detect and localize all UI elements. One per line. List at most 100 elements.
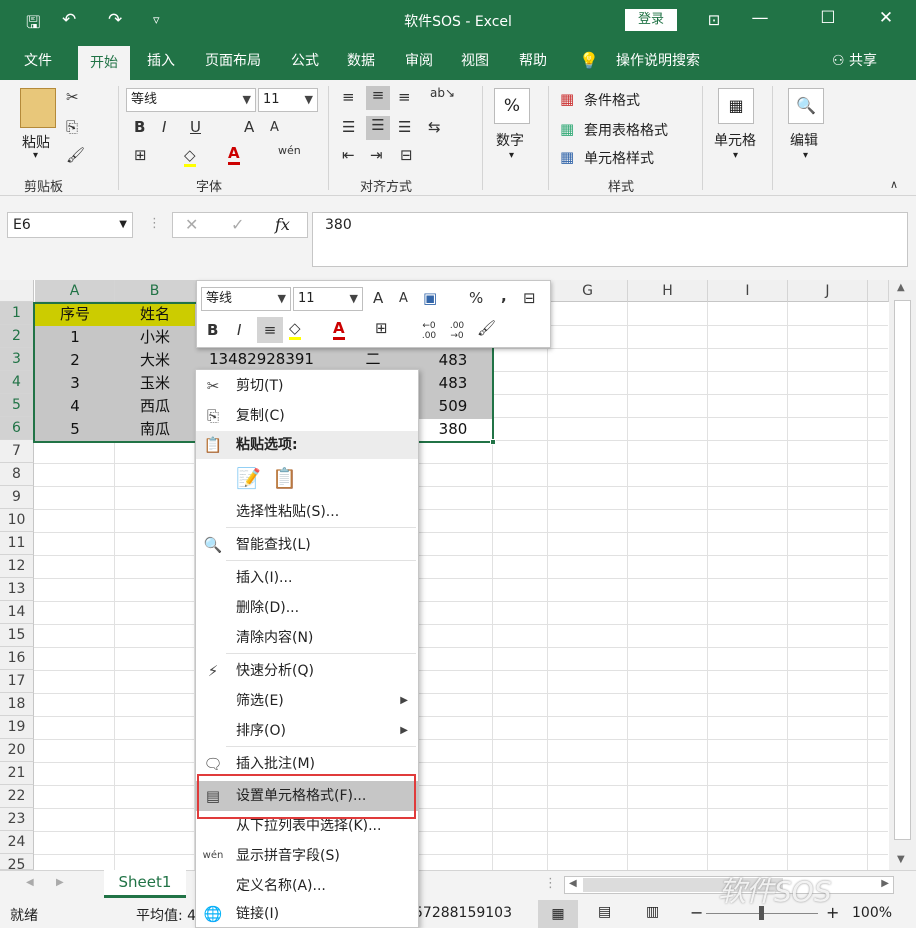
redo-icon[interactable]: ↷: [108, 10, 122, 30]
align-center-icon[interactable]: ☰: [366, 116, 390, 140]
tab-formulas[interactable]: 公式: [282, 42, 328, 80]
row-header[interactable]: 13: [0, 578, 34, 601]
paste-button[interactable]: 粘贴: [22, 132, 50, 152]
paste-values-icon[interactable]: 📝: [236, 466, 261, 490]
scroll-up-icon[interactable]: ▲: [897, 282, 905, 293]
cell-a6[interactable]: 5: [35, 418, 115, 441]
row-header[interactable]: 4: [0, 371, 34, 394]
cell-c3[interactable]: 13482928391: [195, 351, 333, 367]
copy-icon[interactable]: ⎘: [66, 118, 78, 136]
zoom-in-button[interactable]: +: [826, 903, 839, 922]
borders-icon[interactable]: ⊞: [134, 146, 147, 164]
name-box[interactable]: E6 ▼: [7, 212, 133, 238]
cell-e3[interactable]: 483: [413, 349, 493, 372]
sheet-tab[interactable]: Sheet1: [104, 870, 186, 898]
decrease-indent-icon[interactable]: ⇤: [342, 146, 355, 164]
cell-e6[interactable]: 380: [413, 418, 493, 441]
mini-italic-button[interactable]: I: [237, 321, 241, 339]
paste-dropdown-icon[interactable]: ▾: [33, 150, 38, 161]
cell-b1[interactable]: 姓名: [115, 303, 195, 326]
row-header[interactable]: 17: [0, 670, 34, 693]
tab-review[interactable]: 审阅: [394, 42, 444, 80]
align-left-icon[interactable]: ☰: [342, 118, 355, 136]
mini-borders-icon[interactable]: ⊞: [375, 319, 388, 337]
mini-decrease-font-icon[interactable]: A: [399, 291, 408, 306]
cell-a3[interactable]: 2: [35, 349, 115, 372]
save-icon[interactable]: 🖫: [26, 10, 40, 39]
cells-icon[interactable]: ▦: [718, 88, 754, 124]
row-header[interactable]: 5: [0, 394, 34, 417]
number-dropdown-icon[interactable]: ▾: [509, 150, 514, 161]
menu-item-define-name[interactable]: 定义名称(A)...: [196, 871, 418, 901]
cell-e4[interactable]: 483: [413, 372, 493, 395]
mini-font-color-button[interactable]: A: [333, 319, 345, 340]
row-header[interactable]: 22: [0, 785, 34, 808]
bold-button[interactable]: B: [134, 118, 145, 136]
conditional-format-button[interactable]: 条件格式: [584, 90, 640, 110]
menu-item-copy[interactable]: ⎘ 复制(C): [196, 401, 418, 431]
col-header-j[interactable]: J: [788, 280, 868, 302]
search-icon[interactable]: 🔍: [788, 88, 824, 124]
login-button[interactable]: 登录: [625, 9, 677, 31]
formula-input[interactable]: 380: [312, 212, 908, 267]
customize-qat-icon[interactable]: ▿: [153, 13, 160, 28]
scroll-thumb[interactable]: [894, 300, 911, 840]
increase-font-button[interactable]: A: [244, 118, 254, 136]
select-all-corner[interactable]: [0, 280, 34, 302]
undo-icon[interactable]: ↶: [62, 10, 76, 30]
row-header[interactable]: 7: [0, 440, 34, 463]
format-as-table-button[interactable]: 套用表格格式: [584, 120, 668, 140]
worksheet-grid[interactable]: A B C D E F G H I J 1 2 3 4 5 6 7 8 9 10…: [0, 280, 916, 872]
mini-fill-color-icon[interactable]: ◇: [289, 319, 301, 340]
row-header[interactable]: 11: [0, 532, 34, 555]
cell-b6[interactable]: 南瓜: [115, 418, 195, 441]
menu-item-sort[interactable]: 排序(O) ▶: [196, 716, 418, 746]
cell-a5[interactable]: 4: [35, 395, 115, 418]
italic-button[interactable]: I: [162, 118, 166, 136]
increase-indent-icon[interactable]: ⇥: [370, 146, 383, 164]
close-button[interactable]: ✕: [866, 8, 906, 28]
horizontal-scrollbar[interactable]: ◀ ▶: [564, 876, 894, 894]
tab-home[interactable]: 开始: [78, 46, 130, 80]
col-header-g[interactable]: G: [548, 280, 628, 302]
tell-me-search[interactable]: 操作说明搜索: [608, 42, 708, 80]
menu-item-insert[interactable]: 插入(I)...: [196, 563, 418, 593]
cell-a2[interactable]: 1: [35, 326, 115, 349]
page-break-view-icon[interactable]: ▥: [646, 904, 659, 920]
fill-color-icon[interactable]: ◇: [184, 146, 196, 167]
tab-view[interactable]: 视图: [452, 42, 498, 80]
prev-sheet-icon[interactable]: ◀: [26, 877, 34, 888]
font-name-select[interactable]: 等线 ▼: [126, 88, 256, 112]
editing-dropdown-icon[interactable]: ▾: [803, 150, 808, 161]
row-header[interactable]: 19: [0, 716, 34, 739]
zoom-out-button[interactable]: −: [690, 903, 703, 922]
row-header[interactable]: 9: [0, 486, 34, 509]
col-header-h[interactable]: H: [628, 280, 708, 302]
row-header[interactable]: 10: [0, 509, 34, 532]
col-header-a[interactable]: A: [35, 280, 115, 302]
menu-item-cut[interactable]: ✂ 剪切(T): [196, 371, 418, 401]
tab-insert[interactable]: 插入: [138, 42, 184, 80]
editing-button[interactable]: 编辑: [790, 130, 818, 150]
col-header-i[interactable]: I: [708, 280, 788, 302]
mini-decrease-decimal-button[interactable]: .00 →0: [445, 321, 469, 341]
menu-item-smart-lookup[interactable]: 🔍 智能查找(L): [196, 530, 418, 560]
decrease-font-button[interactable]: A: [270, 120, 279, 135]
ribbon-display-icon[interactable]: ⊡: [694, 11, 734, 29]
mini-center-align-icon[interactable]: ≡: [257, 317, 283, 343]
mini-percent-button[interactable]: %: [469, 289, 483, 307]
row-header[interactable]: 6: [0, 417, 34, 440]
row-header[interactable]: 15: [0, 624, 34, 647]
cells-button[interactable]: 单元格: [714, 130, 756, 150]
menu-item-clear-contents[interactable]: 清除内容(N): [196, 623, 418, 653]
font-color-button[interactable]: A: [228, 144, 240, 165]
scroll-down-icon[interactable]: ▼: [897, 854, 905, 865]
zoom-level[interactable]: 100%: [852, 905, 892, 921]
cut-icon[interactable]: ✂: [66, 88, 79, 106]
vertical-scrollbar[interactable]: ▲ ▼: [889, 280, 916, 870]
middle-align-icon[interactable]: ≡: [366, 86, 390, 110]
format-painter-icon[interactable]: 🖌: [66, 146, 85, 164]
bottom-align-icon[interactable]: ≡: [398, 88, 411, 106]
row-header[interactable]: 24: [0, 831, 34, 854]
share-button[interactable]: ⚇ 共享: [832, 42, 877, 80]
